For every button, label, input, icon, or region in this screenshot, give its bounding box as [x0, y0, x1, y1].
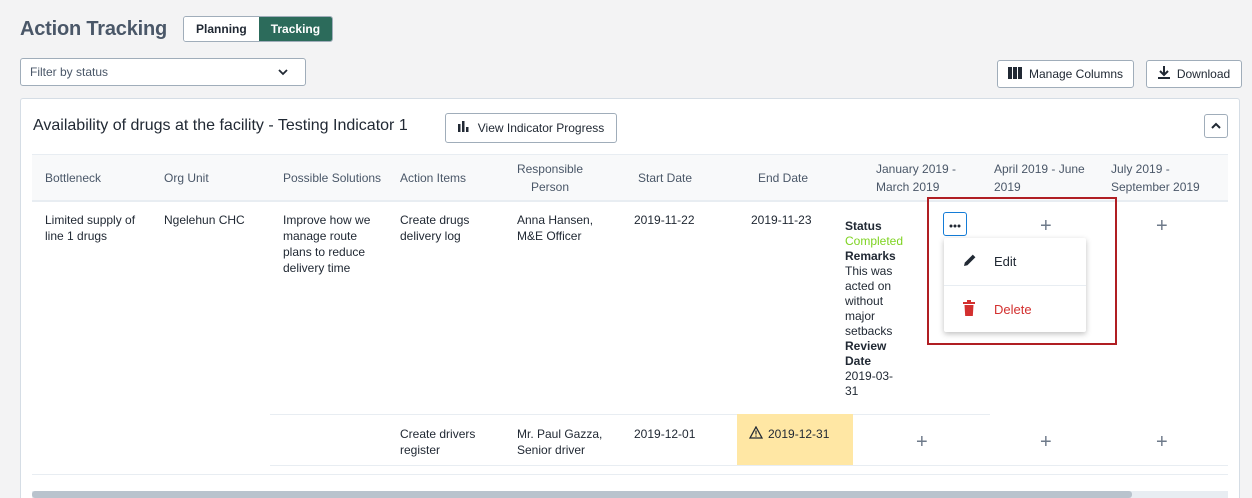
column-header-end-date: End Date: [758, 170, 809, 185]
bar-chart-icon: [457, 121, 470, 135]
chevron-up-icon: [1211, 117, 1221, 135]
warning-icon: [748, 425, 764, 442]
quarter-status-block[interactable]: Status Completed Remarks This was acted …: [845, 219, 905, 399]
column-header-q1-2019: January 2019 - March 2019: [876, 161, 957, 194]
column-header-responsible-person: Responsible Person: [516, 161, 584, 194]
end-date-value: 2019-12-31: [768, 427, 830, 441]
add-q3-progress-icon[interactable]: +: [1156, 216, 1168, 236]
manage-columns-label: Manage Columns: [1028, 67, 1124, 81]
status-value: Completed: [845, 234, 904, 248]
indicator-title: Availability of drugs at the facility - …: [33, 117, 408, 134]
view-indicator-progress-button[interactable]: View Indicator Progress: [445, 113, 617, 143]
add-q2-progress-icon[interactable]: +: [1040, 432, 1052, 452]
review-date-value: 2019-03-31: [845, 369, 894, 398]
column-header-q3-2019: July 2019 - September 2019: [1111, 161, 1200, 194]
column-header-action-items: Action Items: [400, 170, 467, 185]
view-indicator-progress-label: View Indicator Progress: [477, 121, 605, 135]
collapse-button[interactable]: [1204, 114, 1228, 138]
add-q3-progress-icon[interactable]: +: [1156, 432, 1168, 452]
view-toggle: Planning Tracking: [183, 16, 334, 42]
tab-planning[interactable]: Planning: [184, 17, 259, 41]
manage-columns-button[interactable]: Manage Columns: [997, 60, 1134, 88]
page-header: Action Tracking Planning Tracking: [20, 14, 334, 44]
end-date-overdue-cell: 2019-12-31: [737, 414, 853, 465]
scrollbar-thumb[interactable]: [32, 491, 1132, 498]
status-filter-select[interactable]: Filter by status: [20, 58, 306, 86]
add-q1-progress-icon[interactable]: +: [916, 432, 928, 452]
status-label: Status: [845, 219, 882, 233]
columns-icon: [1007, 66, 1022, 82]
action-item-cell: Create drugs delivery log: [400, 213, 470, 243]
end-date-cell: 2019-11-23: [751, 213, 812, 227]
page-title: Action Tracking: [20, 17, 168, 40]
chevron-down-icon: [277, 65, 289, 79]
column-header-start-date: Start Date: [638, 170, 693, 185]
possible-solution-cell: Improve how we manage route plans to red…: [283, 213, 371, 275]
action-item-cell: Create drivers register: [400, 427, 476, 457]
row-divider: [270, 414, 990, 415]
remarks-value: This was acted on without major setbacks: [845, 264, 893, 338]
download-button[interactable]: Download: [1146, 60, 1242, 88]
start-date-cell: 2019-11-22: [634, 213, 695, 227]
column-header-q2-2019: April 2019 - June 2019: [994, 161, 1085, 194]
bottleneck-cell: Limited supply of line 1 drugs: [45, 213, 136, 243]
download-icon: [1157, 66, 1170, 82]
status-filter-placeholder: Filter by status: [30, 65, 109, 79]
column-header-bottleneck: Bottleneck: [45, 170, 102, 185]
start-date-cell: 2019-12-01: [634, 427, 696, 441]
highlight-annotation: [927, 197, 1117, 345]
org-unit-cell: Ngelehun CHC: [164, 213, 245, 227]
tab-tracking[interactable]: Tracking: [258, 17, 333, 41]
remarks-label: Remarks: [845, 249, 896, 263]
responsible-person-cell: Mr. Paul Gazza, Senior driver: [517, 427, 603, 457]
row-divider: [270, 465, 1228, 466]
download-label: Download: [1176, 67, 1231, 81]
column-header-possible-solutions: Possible Solutions: [283, 170, 382, 185]
horizontal-scrollbar[interactable]: [32, 491, 1228, 498]
column-header-org-unit: Org Unit: [164, 170, 209, 185]
review-date-label: Review Date: [845, 339, 887, 368]
responsible-person-cell: Anna Hansen, M&E Officer: [517, 213, 594, 243]
row-divider: [32, 474, 1228, 475]
